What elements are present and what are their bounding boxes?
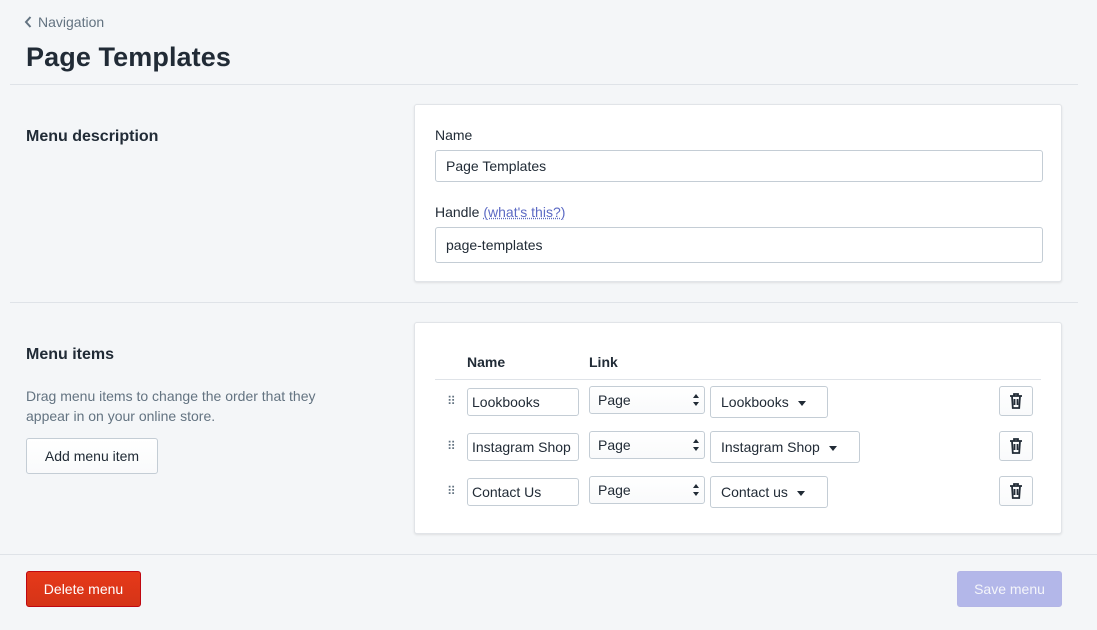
delete-item-button[interactable] [999,431,1033,461]
link-target-dropdown[interactable]: Lookbooks [710,386,828,418]
menu-item-row: ⠿ Contact Us Page Contact us [415,476,1061,508]
link-target-dropdown[interactable]: Instagram Shop [710,431,860,463]
column-header-name: Name [467,354,506,370]
column-header-link: Link [589,354,618,370]
breadcrumb[interactable]: Navigation [24,14,104,30]
menu-item-row: ⠿ Lookbooks Page Lookbooks [415,386,1061,418]
delete-menu-button[interactable]: Delete menu [26,571,141,607]
chevron-left-icon [24,16,32,28]
breadcrumb-label[interactable]: Navigation [38,14,104,30]
save-menu-button[interactable]: Save menu [957,571,1062,607]
menu-item-name-input[interactable]: Contact Us [467,478,579,506]
menu-item-row: ⠿ Instagram Shop Page Instagram Shop [415,431,1061,463]
delete-item-button[interactable] [999,476,1033,506]
caret-down-icon [797,401,806,406]
trash-icon [1010,438,1022,454]
header-divider [10,84,1078,85]
page-title: Page Templates [26,42,231,72]
table-header-divider [435,379,1041,380]
select-arrows-icon [693,394,699,406]
link-type-value: Page [598,482,631,498]
section-divider [10,302,1078,303]
caret-down-icon [796,491,805,496]
trash-icon [1010,483,1022,499]
page: Navigation Page Templates Menu descripti… [0,0,1097,630]
add-menu-item-button[interactable]: Add menu item [26,438,158,474]
link-type-value: Page [598,392,631,408]
menu-description-card: Name Page Templates Handle (what's this?)… [414,104,1062,282]
trash-icon [1010,393,1022,409]
link-target-dropdown[interactable]: Contact us [710,476,828,508]
menu-items-heading: Menu items [26,346,115,363]
menu-items-description: Drag menu items to change the order that… [26,388,316,424]
link-type-select[interactable]: Page [589,386,705,414]
name-label: Name [435,127,473,143]
menu-description-heading: Menu description [26,128,159,145]
whats-this-link[interactable]: (what's this?) [483,204,565,220]
footer-divider [0,554,1097,555]
menu-item-name-input[interactable]: Instagram Shop [467,433,579,461]
select-arrows-icon [693,439,699,451]
link-type-select[interactable]: Page [589,431,705,459]
drag-handle-icon[interactable]: ⠿ [447,394,456,408]
handle-input[interactable]: page-templates [435,227,1043,263]
menu-name-input[interactable]: Page Templates [435,150,1043,182]
link-target-value: Lookbooks [721,394,789,410]
select-arrows-icon [693,484,699,496]
link-type-value: Page [598,437,631,453]
drag-handle-icon[interactable]: ⠿ [447,484,456,498]
handle-label-row: Handle (what's this?) [435,204,565,220]
link-target-value: Instagram Shop [721,439,820,455]
delete-item-button[interactable] [999,386,1033,416]
caret-down-icon [828,446,837,451]
menu-item-name-input[interactable]: Lookbooks [467,388,579,416]
link-type-select[interactable]: Page [589,476,705,504]
drag-handle-icon[interactable]: ⠿ [447,439,456,453]
menu-items-card: Name Link ⠿ Lookbooks Page Lookbooks ⠿ I… [414,322,1062,534]
link-target-value: Contact us [721,484,788,500]
handle-label: Handle [435,204,480,220]
